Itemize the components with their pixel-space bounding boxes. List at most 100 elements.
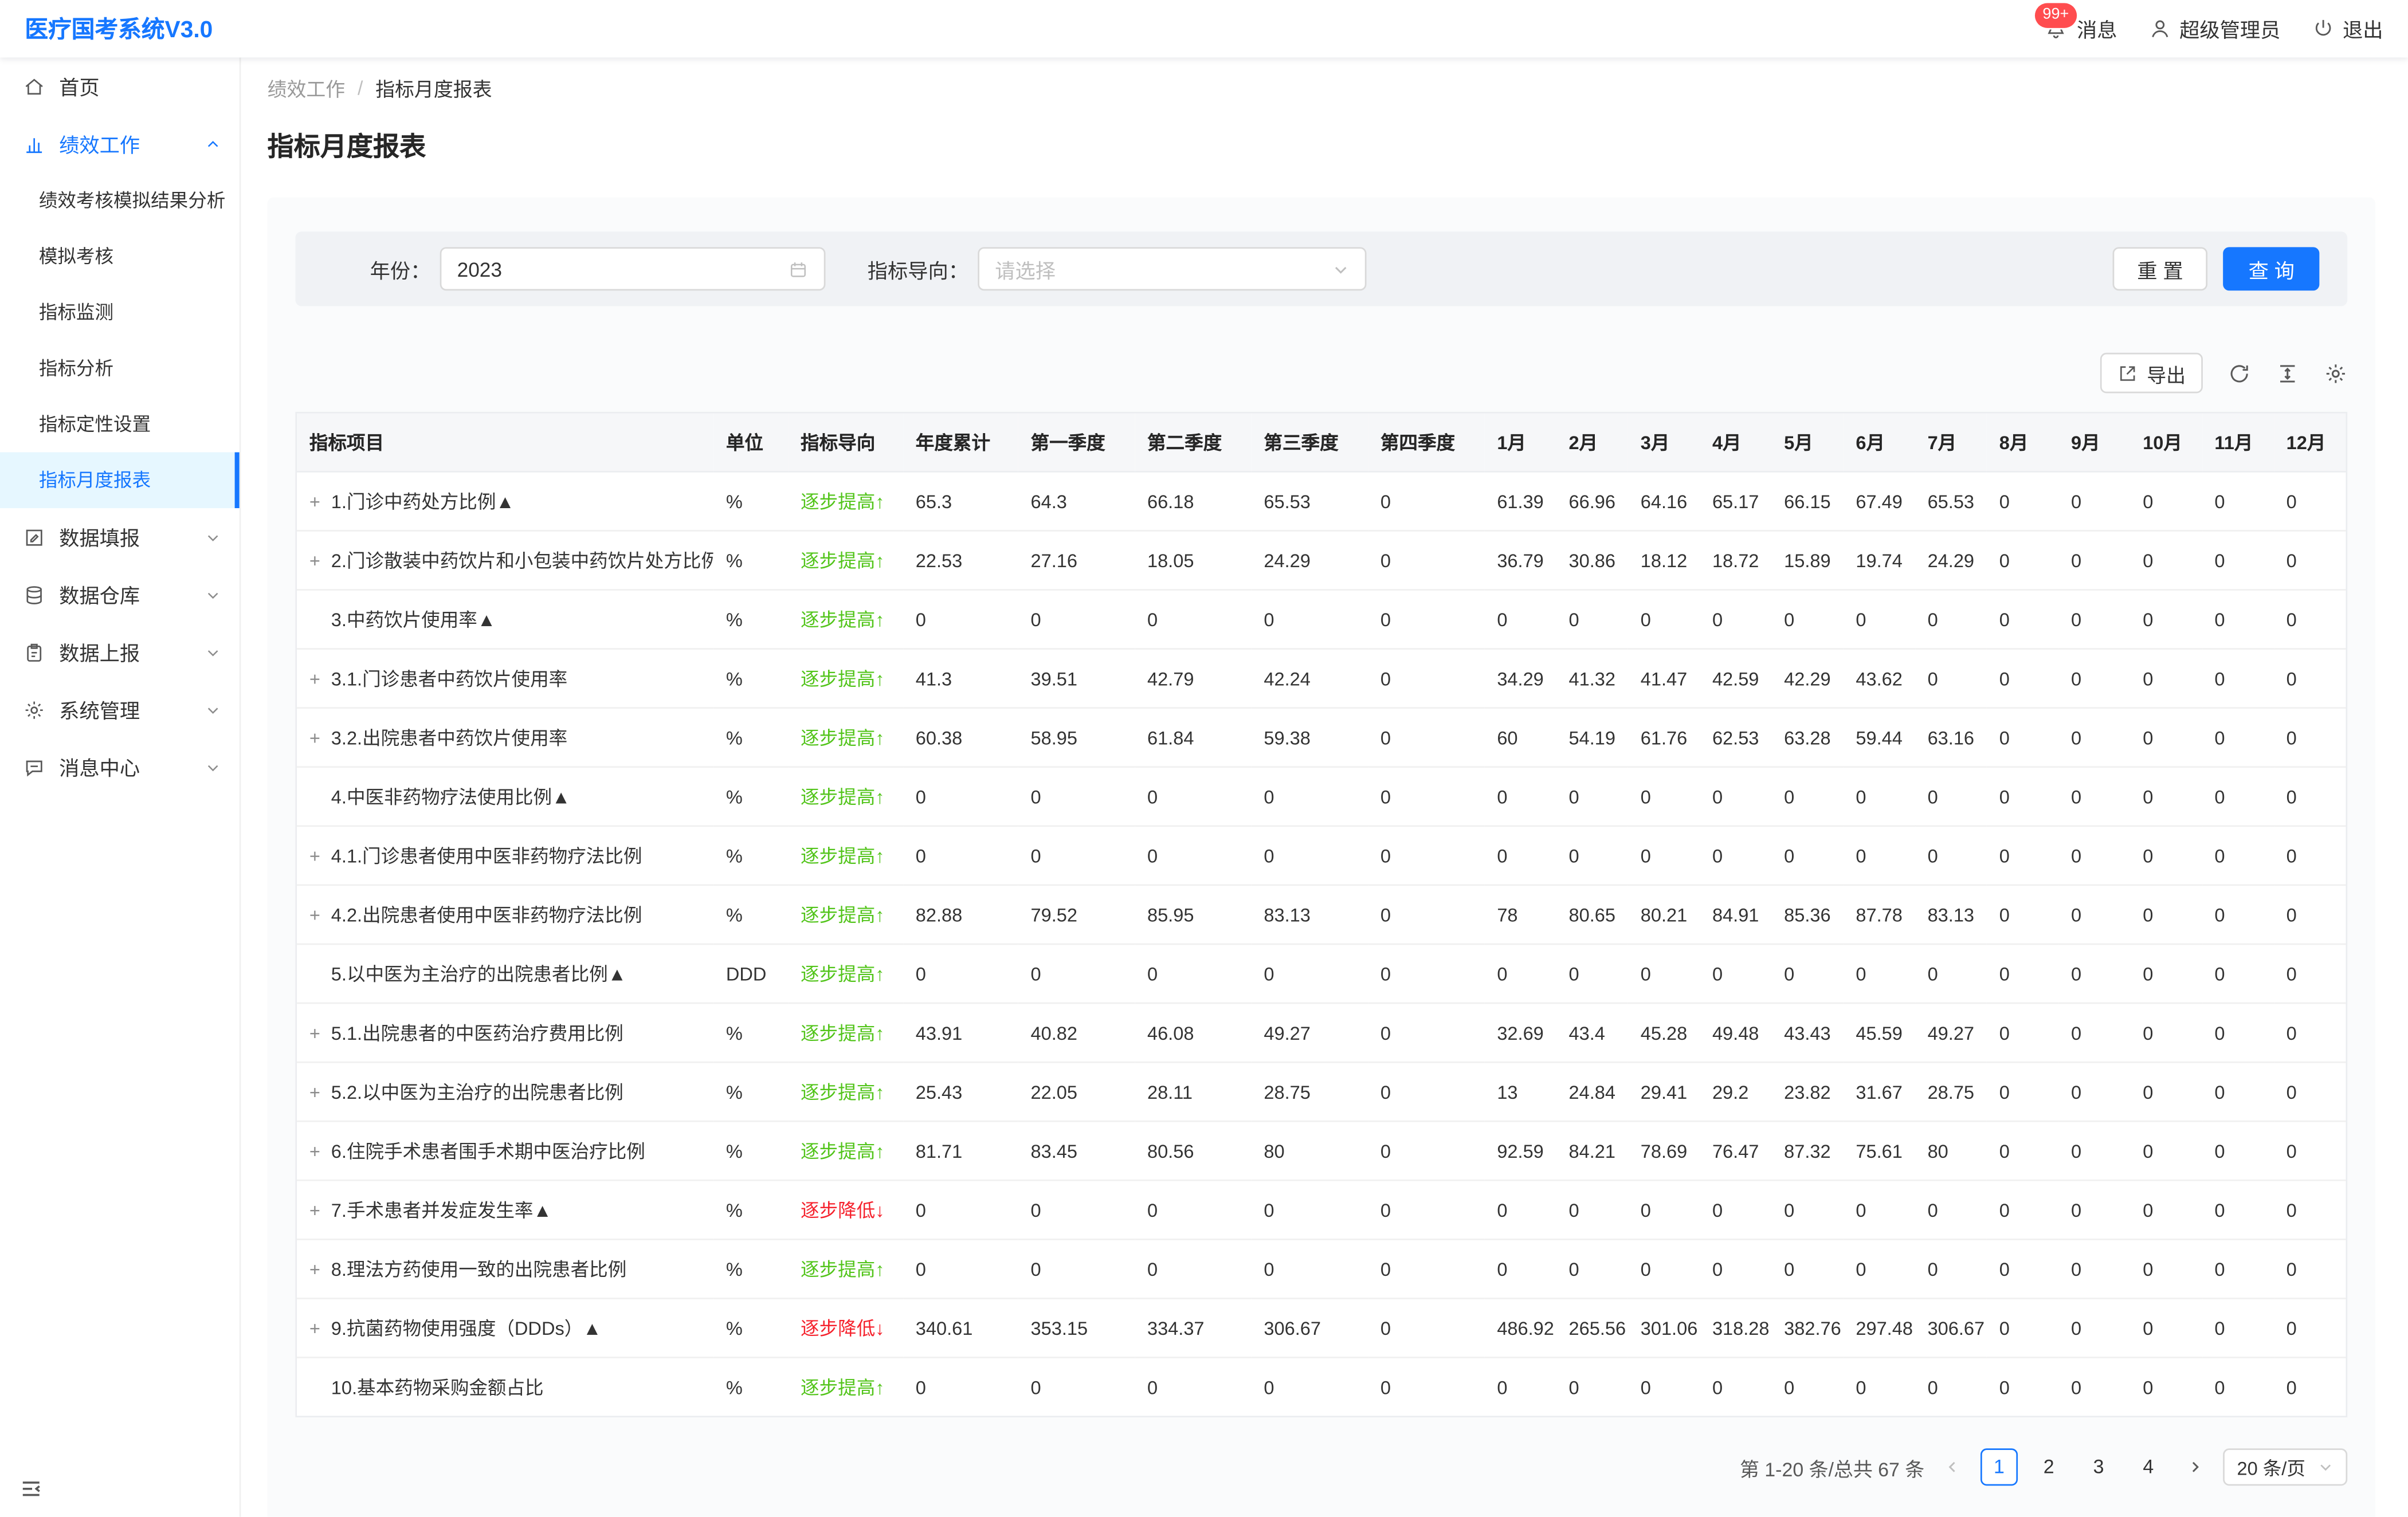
sidebar-item-data-entry[interactable]: 数据填报	[0, 508, 240, 565]
direction-select[interactable]: 请选择	[978, 247, 1366, 290]
value-cell: 61.39	[1485, 471, 1556, 530]
sidebar-item-data-upload[interactable]: 数据上报	[0, 623, 240, 681]
export-button[interactable]: 导出	[2100, 353, 2203, 394]
messages-button[interactable]: 99+ 消息	[2044, 14, 2117, 44]
value-cell: 0	[1135, 589, 1251, 649]
value-cell: 0	[1368, 1062, 1484, 1121]
expand-row-button[interactable]: +	[309, 491, 331, 513]
unit-cell: %	[713, 1062, 788, 1121]
direction-cell: 逐步提高↑	[788, 1239, 903, 1298]
indicator-name-cell: 4.中医非药物疗法使用比例▲	[297, 767, 713, 826]
indicator-name: 10.基本药物采购金额占比	[331, 1377, 544, 1398]
column-header: 第四季度	[1368, 414, 1484, 472]
settings-gear-icon[interactable]	[2324, 361, 2347, 385]
bell-icon: 99+	[2044, 16, 2069, 41]
value-cell: 0	[1987, 1298, 2058, 1357]
sidebar-subitem-3[interactable]: 指标监测	[0, 284, 240, 340]
value-cell: 60	[1485, 708, 1556, 767]
sidebar-subitem-2[interactable]: 模拟考核	[0, 229, 240, 285]
direction-cell: 逐步提高↑	[788, 944, 903, 1003]
value-cell: 0	[2202, 1003, 2274, 1062]
value-cell: 0	[1987, 1358, 2058, 1416]
column-header: 第二季度	[1135, 414, 1251, 472]
value-cell: 0	[1700, 826, 1771, 885]
page-button-4[interactable]: 4	[2129, 1448, 2167, 1485]
table-row: +7.手术患者并发症发生率▲%逐步降低↓00000000000000000	[297, 1180, 2346, 1239]
reset-button[interactable]: 重 置	[2112, 247, 2208, 290]
value-cell: 0	[1987, 530, 2058, 589]
value-cell: 32.69	[1485, 1003, 1556, 1062]
sidebar-subitem-4[interactable]: 指标分析	[0, 340, 240, 396]
expand-row-button[interactable]: +	[309, 1259, 331, 1280]
column-height-icon[interactable]	[2276, 361, 2299, 385]
value-cell: 0	[1915, 767, 1987, 826]
direction-cell: 逐步提高↑	[788, 530, 903, 589]
breadcrumb-parent[interactable]: 绩效工作	[268, 73, 346, 103]
prev-page-button[interactable]	[1937, 1448, 1968, 1485]
expand-row-button[interactable]: +	[309, 668, 331, 690]
next-page-button[interactable]	[2179, 1448, 2210, 1485]
page-size-select[interactable]: 20 条/页	[2223, 1448, 2347, 1485]
table-row: +4.2.出院患者使用中医非药物疗法比例%逐步提高↑82.8879.5285.9…	[297, 885, 2346, 944]
menu-fold-icon[interactable]	[19, 1476, 44, 1501]
table-row: +1.门诊中药处方比例▲%逐步提高↑65.364.366.1865.53061.…	[297, 471, 2346, 530]
expand-row-button[interactable]: +	[309, 1082, 331, 1103]
sidebar-subitem-1[interactable]: 绩效考核模拟结果分析	[0, 172, 240, 229]
year-date-input[interactable]: 2023	[440, 247, 826, 290]
value-cell: 0	[1556, 767, 1628, 826]
page-button-2[interactable]: 2	[2030, 1448, 2068, 1485]
pagination: 第 1-20 条/总共 67 条 1234 20 条/页	[295, 1448, 2347, 1485]
chevron-down-icon	[205, 759, 221, 775]
value-cell: 61.76	[1628, 708, 1700, 767]
export-icon	[2117, 363, 2138, 383]
value-cell: 63.28	[1771, 708, 1843, 767]
value-cell: 0	[1556, 1358, 1628, 1416]
column-header: 11月	[2202, 414, 2274, 472]
table-row: 5.以中医为主治疗的出院患者比例▲DDD逐步提高↑000000000000000…	[297, 944, 2346, 1003]
sidebar-subitem-5[interactable]: 指标定性设置	[0, 396, 240, 453]
expand-row-button[interactable]: +	[309, 728, 331, 749]
refresh-icon[interactable]	[2227, 361, 2251, 385]
value-cell: 0	[1485, 767, 1556, 826]
user-menu[interactable]: 超级管理员	[2148, 14, 2281, 44]
value-cell: 0	[2058, 649, 2130, 708]
indicator-name-cell: 5.以中医为主治疗的出院患者比例▲	[297, 944, 713, 1003]
sidebar-item-message-center[interactable]: 消息中心	[0, 738, 240, 796]
expand-row-button[interactable]: +	[309, 846, 331, 867]
sidebar-item-performance[interactable]: 绩效工作	[0, 115, 240, 172]
expand-row-button[interactable]: +	[309, 1200, 331, 1221]
value-cell: 0	[2131, 1121, 2202, 1180]
table-row: +3.1.门诊患者中药饮片使用率%逐步提高↑41.339.5142.7942.2…	[297, 649, 2346, 708]
value-cell: 0	[2274, 1180, 2346, 1239]
value-cell: 0	[1556, 1239, 1628, 1298]
value-cell: 0	[1252, 767, 1368, 826]
value-cell: 0	[1556, 944, 1628, 1003]
expand-row-button[interactable]: +	[309, 905, 331, 926]
table-row: +3.2.出院患者中药饮片使用率%逐步提高↑60.3858.9561.8459.…	[297, 708, 2346, 767]
value-cell: 84.91	[1700, 885, 1771, 944]
value-cell: 0	[1485, 1239, 1556, 1298]
query-button[interactable]: 查 询	[2223, 247, 2319, 290]
sidebar-subitem-6[interactable]: 指标月度报表	[0, 452, 240, 508]
value-cell: 0	[2202, 944, 2274, 1003]
logout-button[interactable]: 退出	[2312, 14, 2383, 44]
sidebar-item-home[interactable]: 首页	[0, 57, 240, 115]
sidebar-item-system[interactable]: 系统管理	[0, 681, 240, 738]
value-cell: 0	[1844, 767, 1915, 826]
expand-row-button[interactable]: +	[309, 1141, 331, 1162]
expand-row-button[interactable]: +	[309, 550, 331, 572]
value-cell: 0	[1556, 589, 1628, 649]
value-cell: 0	[2131, 1003, 2202, 1062]
expand-row-button[interactable]: +	[309, 1318, 331, 1339]
value-cell: 0	[1700, 589, 1771, 649]
sidebar-item-label: 数据仓库	[59, 580, 140, 610]
sidebar-item-data-warehouse[interactable]: 数据仓库	[0, 565, 240, 623]
page-button-3[interactable]: 3	[2080, 1448, 2117, 1485]
value-cell: 66.18	[1135, 471, 1251, 530]
value-cell: 0	[1844, 944, 1915, 1003]
breadcrumb-separator: /	[358, 77, 363, 99]
expand-row-button[interactable]: +	[309, 1023, 331, 1044]
value-cell: 0	[1368, 649, 1484, 708]
value-cell: 0	[1368, 530, 1484, 589]
page-button-1[interactable]: 1	[1980, 1448, 2018, 1485]
